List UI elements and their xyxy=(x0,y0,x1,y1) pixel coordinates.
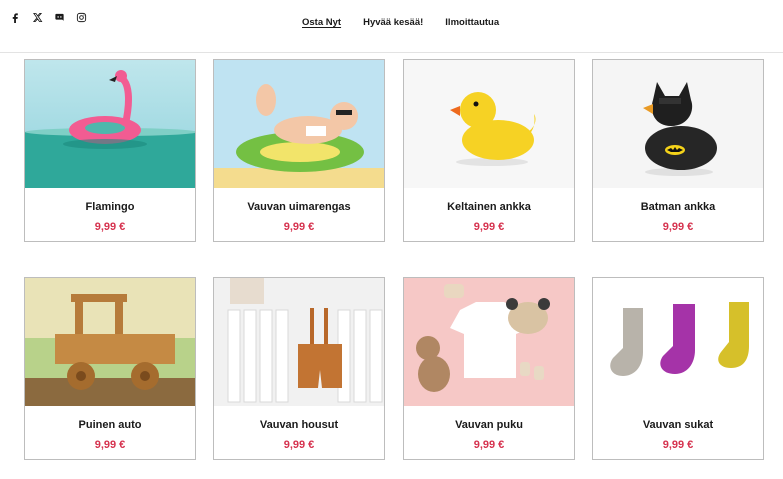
nav-osta-nyt[interactable]: Osta Nyt xyxy=(302,17,341,28)
nav-ilmoittautua[interactable]: Ilmoittautua xyxy=(445,17,499,28)
product-price: 9,99 € xyxy=(473,439,505,451)
instagram-icon xyxy=(76,12,87,23)
product-image-vauvan-sukat xyxy=(593,278,763,406)
discord-link[interactable] xyxy=(54,12,76,26)
x-twitter-link[interactable] xyxy=(32,12,54,26)
product-name: Flamingo xyxy=(85,201,135,213)
product-name: Keltainen ankka xyxy=(447,201,531,213)
product-image-puinen-auto xyxy=(25,278,195,406)
product-card-keltainen-ankka[interactable]: Keltainen ankka 9,99 € xyxy=(403,59,575,242)
facebook-icon xyxy=(12,13,18,23)
product-name: Batman ankka xyxy=(640,201,716,213)
facebook-link[interactable] xyxy=(10,12,32,26)
product-card-vauvan-uimarengas[interactable]: Vauvan uimarengas 9,99 € xyxy=(213,59,385,242)
social-links xyxy=(10,12,98,26)
product-price: 9,99 € xyxy=(473,221,505,233)
product-card-vauvan-sukat[interactable]: Vauvan sukat 9,99 € xyxy=(592,277,764,460)
product-name: Vauvan sukat xyxy=(642,419,714,431)
product-price: 9,99 € xyxy=(662,221,694,233)
product-image-flamingo xyxy=(25,60,195,188)
product-name: Vauvan uimarengas xyxy=(247,201,351,213)
product-card-flamingo[interactable]: Flamingo 9,99 € xyxy=(24,59,196,242)
discord-icon xyxy=(55,13,64,21)
main-nav: Osta Nyt Hyvää kesää! Ilmoittautua xyxy=(302,17,521,28)
product-price: 9,99 € xyxy=(94,439,126,451)
product-image-vauvan-puku xyxy=(404,278,574,406)
product-image-batman-ankka xyxy=(593,60,763,188)
x-twitter-icon xyxy=(32,12,43,23)
product-image-vauvan-housut xyxy=(214,278,384,406)
nav-hyvaa-kesaa[interactable]: Hyvää kesää! xyxy=(363,17,423,28)
site-header: Osta Nyt Hyvää kesää! Ilmoittautua xyxy=(0,0,783,53)
product-card-batman-ankka[interactable]: Batman ankka 9,99 € xyxy=(592,59,764,242)
product-card-puinen-auto[interactable]: Puinen auto 9,99 € xyxy=(24,277,196,460)
product-price: 9,99 € xyxy=(283,439,315,451)
product-name: Vauvan housut xyxy=(259,419,339,431)
product-image-keltainen-ankka xyxy=(404,60,574,188)
product-image-vauvan-uimarengas xyxy=(214,60,384,188)
product-card-vauvan-puku[interactable]: Vauvan puku 9,99 € xyxy=(403,277,575,460)
instagram-link[interactable] xyxy=(76,12,98,26)
product-price: 9,99 € xyxy=(662,439,694,451)
product-price: 9,99 € xyxy=(94,221,126,233)
product-name: Puinen auto xyxy=(78,419,142,431)
product-name: Vauvan puku xyxy=(455,419,523,431)
product-card-vauvan-housut[interactable]: Vauvan housut 9,99 € xyxy=(213,277,385,460)
product-price: 9,99 € xyxy=(283,221,315,233)
